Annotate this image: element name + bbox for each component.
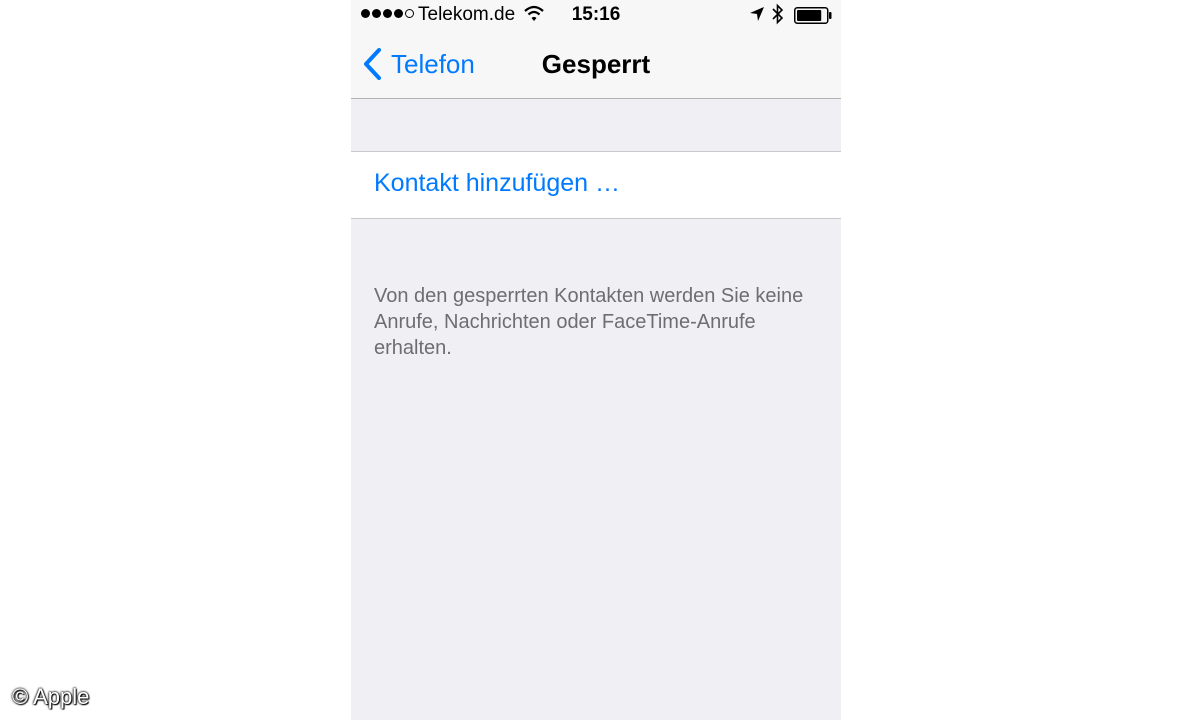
status-bar: Telekom.de 15:16 xyxy=(351,0,841,32)
battery-icon xyxy=(794,7,834,31)
battery-level-fill xyxy=(797,10,822,21)
navigation-bar: Telefon Gesperrt xyxy=(351,32,841,98)
status-time: 15:16 xyxy=(571,4,621,25)
blocked-info-text: Von den gesperrten Kontakten werden Sie … xyxy=(374,285,804,359)
page-title: Gesperrt xyxy=(541,49,651,79)
add-contact-label: Kontakt hinzufügen … xyxy=(374,169,620,197)
add-contact-cell[interactable]: Kontakt hinzufügen … xyxy=(351,151,841,219)
bluetooth-icon xyxy=(771,3,785,31)
phone-screen: Telekom.de 15:16 Telefon Gesperrt Kontak… xyxy=(351,0,841,720)
copyright-watermark: © Apple xyxy=(12,684,90,709)
top-bar: Telekom.de 15:16 Telefon Gesperrt xyxy=(351,0,841,99)
location-arrow-icon xyxy=(749,6,765,28)
